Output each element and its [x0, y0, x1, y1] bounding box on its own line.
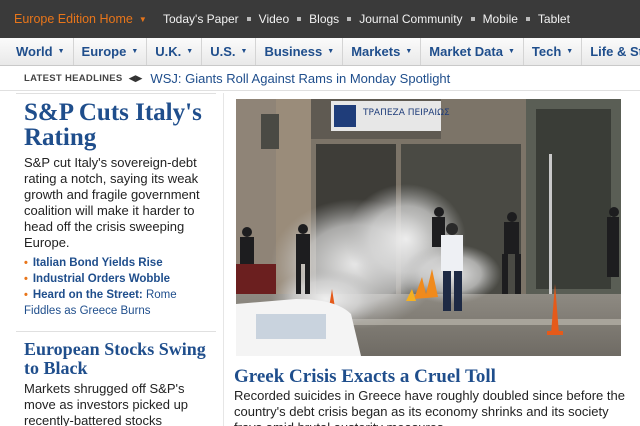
nav-label: World: [16, 44, 53, 59]
top-bar: Europe Edition Home ▼ Today's Paper Vide…: [0, 0, 640, 38]
divider: [16, 331, 216, 332]
lead-story-title[interactable]: S&P Cuts Italy's Rating: [24, 100, 216, 150]
left-column: S&P Cuts Italy's Rating S&P cut Italy's …: [16, 93, 216, 426]
latest-headline-link[interactable]: WSJ: Giants Roll Against Rams in Monday …: [150, 71, 450, 86]
chevron-down-icon: ▼: [131, 48, 139, 55]
riot-scene-image: ΤΡΑΠΕΖΑ ΠΕΙΡΑΙΩΣ: [236, 99, 621, 356]
main-nav: World ▼ Europe ▼ U.K. ▼ U.S. ▼ Business ▼ Mar…: [0, 38, 640, 66]
nav-label: U.K.: [155, 44, 182, 59]
nav-item-tech[interactable]: Tech ▼: [524, 38, 583, 65]
chevron-down-icon: ▼: [186, 48, 194, 55]
chevron-down-icon: ▼: [240, 48, 248, 55]
latest-headlines-bar: LATEST HEADLINES ◀▶ WSJ: Giants Roll Aga…: [0, 67, 640, 91]
todays-paper-link[interactable]: Today's Paper: [163, 12, 239, 26]
related-link-text[interactable]: Italian Bond Yields Rise: [33, 255, 163, 271]
journal-community-link[interactable]: Journal Community: [359, 12, 462, 26]
related-link-text[interactable]: Industrial Orders Wobble: [33, 271, 170, 287]
edition-home-link[interactable]: Europe Edition Home ▼: [0, 12, 163, 26]
chevron-down-icon: ▼: [566, 48, 574, 55]
tablet-link[interactable]: Tablet: [538, 12, 570, 26]
latest-headlines-label: LATEST HEADLINES: [24, 73, 123, 84]
edition-label: Europe Edition Home: [14, 12, 133, 26]
prev-next-arrows-icon[interactable]: ◀▶: [129, 73, 143, 84]
main-story-title[interactable]: Greek Crisis Exacts a Cruel Toll: [234, 366, 496, 388]
nav-item-life-style[interactable]: Life & Style: [582, 38, 640, 65]
nav-item-us[interactable]: U.S. ▼: [202, 38, 257, 65]
bullet-icon: •: [24, 257, 28, 269]
nav-label: Market Data: [429, 44, 503, 59]
chevron-down-icon[interactable]: ▼: [139, 15, 147, 24]
nav-label: Markets: [351, 44, 401, 59]
main-story-summary: Recorded suicides in Greece have roughly…: [234, 388, 625, 426]
chevron-down-icon: ▼: [405, 48, 413, 55]
chevron-down-icon: ▼: [57, 48, 65, 55]
chevron-down-icon: ▼: [327, 48, 335, 55]
lead-photo[interactable]: ΤΡΑΠΕΖΑ ΠΕΙΡΑΙΩΣ: [236, 99, 621, 356]
blogs-link[interactable]: Blogs: [309, 12, 339, 26]
bullet-icon: •: [24, 273, 28, 285]
nav-item-business[interactable]: Business ▼: [256, 38, 344, 65]
nav-label: U.S.: [210, 44, 236, 59]
separator-dot: [470, 17, 475, 21]
nav-item-europe[interactable]: Europe ▼: [74, 38, 148, 65]
nav-label: Life & Style: [590, 44, 640, 59]
lead-story-summary: S&P cut Italy's sovereign-debt rating a …: [24, 155, 200, 250]
separator-dot: [297, 17, 302, 21]
related-link[interactable]: • Italian Bond Yields Rise: [24, 255, 216, 271]
nav-label: Business: [264, 44, 323, 59]
video-link[interactable]: Video: [259, 12, 289, 26]
mobile-link[interactable]: Mobile: [483, 12, 518, 26]
related-link[interactable]: • Heard on the Street: Rome Fiddles as Gr…: [24, 287, 216, 319]
nav-label: Europe: [81, 44, 127, 59]
separator-dot: [525, 17, 530, 21]
nav-item-uk[interactable]: U.K. ▼: [147, 38, 203, 65]
nav-item-markets[interactable]: Markets ▼: [343, 38, 422, 65]
nav-item-world[interactable]: World ▼: [0, 38, 74, 65]
second-story-title[interactable]: European Stocks Swing to Black: [24, 340, 216, 378]
separator-dot: [347, 17, 352, 21]
second-story-summary: Markets shrugged off S&P's move as inves…: [24, 381, 189, 426]
column-divider: [223, 93, 224, 426]
related-link-text[interactable]: Heard on the Street:: [33, 289, 143, 301]
top-links: Today's Paper Video Blogs Journal Commun…: [163, 12, 570, 26]
separator-dot: [246, 17, 251, 21]
chevron-down-icon: ▼: [507, 48, 515, 55]
related-link[interactable]: • Industrial Orders Wobble: [24, 271, 216, 287]
related-links: • Italian Bond Yields Rise • Industrial Or…: [24, 255, 216, 319]
bullet-icon: •: [24, 289, 28, 301]
nav-item-market-data[interactable]: Market Data ▼: [421, 38, 524, 65]
nav-label: Tech: [531, 44, 562, 59]
bank-sign-text: ΤΡΑΠΕΖΑ ΠΕΙΡΑΙΩΣ: [362, 108, 450, 118]
